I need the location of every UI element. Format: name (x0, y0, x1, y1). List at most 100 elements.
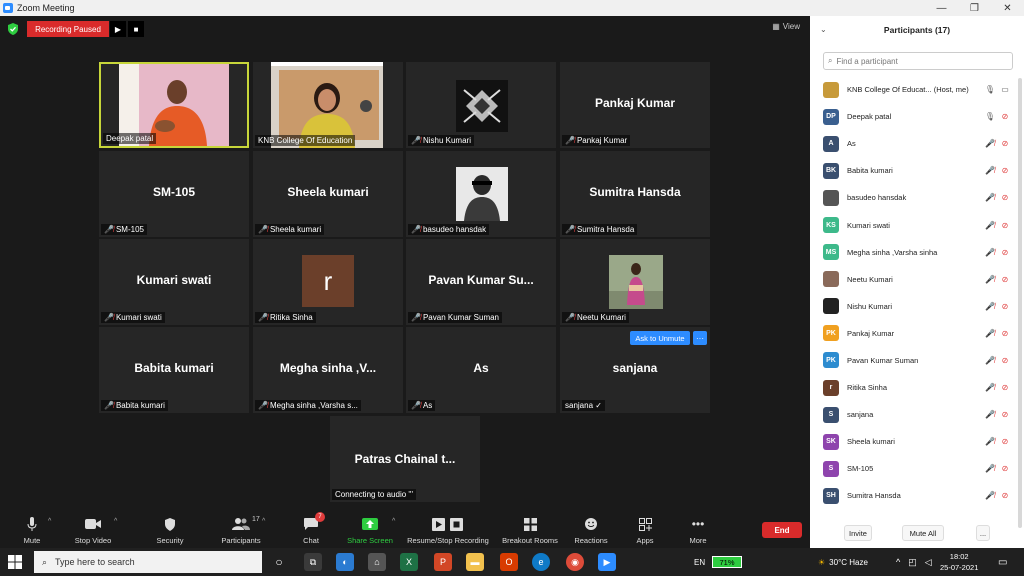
video-tile[interactable]: Pavan Kumar Su... 🎤̸ Pavan Kumar Suman (406, 239, 556, 325)
battery-indicator[interactable]: 71% (712, 556, 742, 568)
edge-icon[interactable]: e (532, 553, 550, 571)
more-button[interactable]: ••• More (668, 516, 728, 545)
taskbar-search-input[interactable]: ⌕ Type here to search (34, 551, 262, 573)
video-tile[interactable]: Deepak patal (99, 62, 249, 148)
tile-more-button[interactable]: ··· (693, 331, 707, 345)
speaker-icon[interactable]: ◁ (925, 557, 932, 568)
video-tile[interactable]: 🎤̸ Nishu Kumari (406, 62, 556, 148)
participant-row[interactable]: KS Kumari swati 🎤̸ ⊘ (810, 211, 1024, 238)
mic-muted-icon[interactable]: 🎤̸ (985, 328, 995, 338)
apps-button[interactable]: Apps (615, 516, 675, 545)
video-tile[interactable]: SM-105 🎤̸ SM-105 (99, 151, 249, 237)
file-explorer-icon[interactable]: ▬ (466, 553, 484, 571)
security-button[interactable]: Security (140, 516, 200, 545)
chat-button[interactable]: 7 Chat (281, 512, 341, 545)
video-tile[interactable]: As 🎤̸ As (406, 327, 556, 413)
participant-row[interactable]: basudeo hansdak 🎤̸ ⊘ (810, 184, 1024, 211)
video-tile[interactable]: r 🎤̸ Ritika Sinha (253, 239, 403, 325)
video-tile[interactable]: 🎤̸ Neetu Kumari (560, 239, 710, 325)
video-tile[interactable]: KNB College Of Education (253, 62, 403, 148)
participant-row[interactable]: PK Pavan Kumar Suman 🎤̸ ⊘ (810, 347, 1024, 374)
mic-muted-icon[interactable]: 🎤̸ (985, 437, 995, 447)
video-tile[interactable]: Sumitra Hansda 🎤̸ Sumitra Hansda (560, 151, 710, 237)
close-button[interactable]: ✕ (991, 0, 1024, 16)
participants-options-caret[interactable]: ^ (262, 518, 265, 525)
weather-widget[interactable]: ☀ 30°C Haze (818, 548, 868, 576)
share-screen-button[interactable]: Share Screen (340, 516, 400, 545)
zoom-taskbar-icon[interactable]: ▶ (598, 553, 616, 571)
windows-start-icon[interactable] (8, 555, 22, 569)
chevron-up-icon[interactable]: ^ (896, 557, 900, 567)
participant-row[interactable]: BK Babita kumari 🎤̸ ⊘ (810, 157, 1024, 184)
participant-row[interactable]: MS Megha sinha ,Varsha sinha 🎤̸ ⊘ (810, 239, 1024, 266)
mic-muted-icon[interactable]: 🎤̸ (985, 166, 995, 176)
audio-options-caret[interactable]: ^ (48, 518, 51, 525)
maximize-button[interactable]: ❐ (958, 0, 991, 16)
mic-muted-icon[interactable]: 🎤̸ (985, 139, 995, 149)
breakout-rooms-button[interactable]: Breakout Rooms (499, 516, 561, 545)
panel-scrollbar[interactable] (1018, 78, 1022, 528)
mic-muted-icon[interactable]: 🎤̸ (985, 491, 995, 501)
chrome-icon[interactable]: ◉ (566, 553, 584, 571)
participant-row[interactable]: SH Sumitra Hansda 🎤̸ ⊘ (810, 482, 1024, 509)
video-options-caret[interactable]: ^ (114, 518, 117, 525)
video-tile[interactable]: Sheela kumari 🎤̸ Sheela kumari (253, 151, 403, 237)
mic-muted-icon[interactable]: 🎤̸ (985, 410, 995, 420)
participant-row[interactable]: SK Sheela kumari 🎤̸ ⊘ (810, 428, 1024, 455)
mic-muted-icon[interactable]: 🎤̸ (985, 464, 995, 474)
mic-muted-icon[interactable]: 🎤̸ (985, 247, 995, 257)
panel-more-button[interactable]: ... (976, 525, 990, 541)
stop-recording-button[interactable]: ■ (128, 21, 144, 37)
system-tray-icons[interactable]: ^ ◰ ◁ (896, 548, 932, 576)
resume-recording-button[interactable]: ▶ (110, 21, 126, 37)
office-icon[interactable]: O (500, 553, 518, 571)
participant-row[interactable]: Ssanjana 🎤̸ ⊘ (810, 401, 1024, 428)
mic-muted-icon[interactable]: 🎤̸ (985, 220, 995, 230)
taskbar-clock[interactable]: 18:02 25-07-2021 (940, 551, 978, 573)
search-icon: ⌕ (42, 556, 48, 567)
mute-all-button[interactable]: Mute All (902, 525, 944, 541)
reactions-button[interactable]: Reactions (561, 516, 621, 545)
end-meeting-button[interactable]: End (762, 522, 802, 538)
microphone-icon[interactable]: 🎙 (985, 112, 995, 122)
video-tile[interactable]: Megha sinha ,V... 🎤̸ Megha sinha ,Varsha… (253, 327, 403, 413)
participant-row[interactable]: Neetu Kumari 🎤̸ ⊘ (810, 266, 1024, 293)
mic-muted-icon[interactable]: 🎤̸ (985, 355, 995, 365)
mute-button[interactable]: Mute (2, 516, 62, 545)
share-options-caret[interactable]: ^ (392, 518, 395, 525)
participant-search-input[interactable]: ⌕ Find a participant (823, 52, 1013, 70)
camera-off-icon: ⊘ (1001, 437, 1009, 447)
resume-stop-recording-button[interactable]: Resume/Stop Recording (404, 516, 492, 545)
participant-row[interactable]: KNB College Of Educat... (Host, me) 🎙 ▭ (810, 76, 1024, 103)
video-tile[interactable]: Patras Chainal t... Connecting to audio … (330, 416, 480, 502)
notification-icon[interactable]: ▭ (998, 548, 1007, 576)
input-language[interactable]: EN (694, 548, 705, 576)
participant-row[interactable]: S SM-105 🎤̸ ⊘ (810, 455, 1024, 482)
cortana-icon[interactable]: ○ (270, 553, 288, 571)
mic-muted-icon[interactable]: 🎤̸ (985, 274, 995, 284)
excel-icon[interactable]: X (400, 553, 418, 571)
store-icon[interactable]: ⌂ (368, 553, 386, 571)
participant-row[interactable]: A As 🎤̸ ⊘ (810, 130, 1024, 157)
mic-muted-icon[interactable]: 🎤̸ (985, 193, 995, 203)
network-icon[interactable]: ◰ (908, 557, 917, 568)
powerpoint-icon[interactable]: P (434, 553, 452, 571)
mic-muted-icon[interactable]: 🎤̸ (985, 301, 995, 311)
ask-to-unmute-button[interactable]: Ask to Unmute (630, 331, 690, 345)
video-tile[interactable]: Babita kumari 🎤̸ Babita kumari (99, 327, 249, 413)
view-button[interactable]: ▦ View (772, 22, 800, 31)
participant-row[interactable]: r Ritika Sinha 🎤̸ ⊘ (810, 374, 1024, 401)
video-tile[interactable]: Pankaj Kumar 🎤̸ Pankaj Kumar (560, 62, 710, 148)
app-icon[interactable]: ◐ (336, 553, 354, 571)
task-view-icon[interactable]: ⧉ (304, 553, 322, 571)
participant-row[interactable]: Nishu Kumari 🎤̸ ⊘ (810, 293, 1024, 320)
invite-button[interactable]: Invite (844, 525, 872, 541)
microphone-icon[interactable]: 🎙 (985, 85, 995, 95)
mic-muted-icon[interactable]: 🎤̸ (985, 383, 995, 393)
participant-row[interactable]: DP Deepak patal 🎙 ⊘ (810, 103, 1024, 130)
video-tile[interactable]: 🎤̸ basudeo hansdak (406, 151, 556, 237)
video-tile[interactable]: Kumari swati 🎤̸ Kumari swati (99, 239, 249, 325)
minimize-button[interactable]: — (925, 0, 958, 16)
participant-row[interactable]: PK Pankaj Kumar 🎤̸ ⊘ (810, 320, 1024, 347)
encryption-shield-icon[interactable] (7, 23, 19, 35)
